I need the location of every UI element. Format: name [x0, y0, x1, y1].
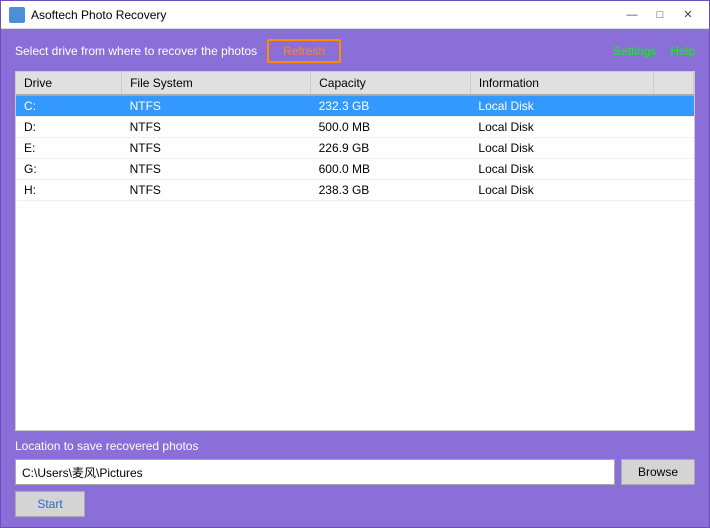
col-header-capacity: Capacity: [311, 72, 471, 95]
titlebar-buttons: — □ ✕: [619, 5, 701, 25]
browse-button[interactable]: Browse: [621, 459, 695, 485]
top-bar-right: Settings Help: [613, 44, 695, 58]
table-row[interactable]: E:NTFS226.9 GBLocal Disk: [16, 138, 694, 159]
table-row[interactable]: G:NTFS600.0 MBLocal Disk: [16, 159, 694, 180]
titlebar: Asoftech Photo Recovery — □ ✕: [1, 1, 709, 29]
start-button[interactable]: Start: [15, 491, 85, 517]
table-header-row: Drive File System Capacity Information: [16, 72, 694, 95]
settings-link[interactable]: Settings: [613, 44, 656, 58]
minimize-button[interactable]: —: [619, 5, 645, 25]
app-icon: [9, 7, 25, 23]
top-bar-left: Select drive from where to recover the p…: [15, 39, 341, 63]
table-row[interactable]: D:NTFS500.0 MBLocal Disk: [16, 117, 694, 138]
main-window: Asoftech Photo Recovery — □ ✕ Select dri…: [0, 0, 710, 528]
table-row[interactable]: C:NTFS232.3 GBLocal Disk: [16, 95, 694, 117]
col-header-filesystem: File System: [122, 72, 311, 95]
main-content: Select drive from where to recover the p…: [1, 29, 709, 527]
select-drive-label: Select drive from where to recover the p…: [15, 44, 257, 58]
save-location-label: Location to save recovered photos: [15, 439, 695, 453]
save-path-input[interactable]: [15, 459, 615, 485]
bottom-section: Location to save recovered photos Browse…: [15, 439, 695, 517]
maximize-button[interactable]: □: [647, 5, 673, 25]
close-button[interactable]: ✕: [675, 5, 701, 25]
top-bar: Select drive from where to recover the p…: [15, 39, 695, 63]
col-header-information: Information: [470, 72, 653, 95]
drives-table: Drive File System Capacity Information C…: [16, 72, 694, 201]
window-title: Asoftech Photo Recovery: [31, 8, 613, 22]
drives-table-container: Drive File System Capacity Information C…: [15, 71, 695, 431]
col-header-drive: Drive: [16, 72, 122, 95]
save-row: Browse: [15, 459, 695, 485]
table-row[interactable]: H:NTFS238.3 GBLocal Disk: [16, 180, 694, 201]
refresh-button[interactable]: Refresh: [267, 39, 341, 63]
col-header-extra: [653, 72, 693, 95]
help-link[interactable]: Help: [670, 44, 695, 58]
